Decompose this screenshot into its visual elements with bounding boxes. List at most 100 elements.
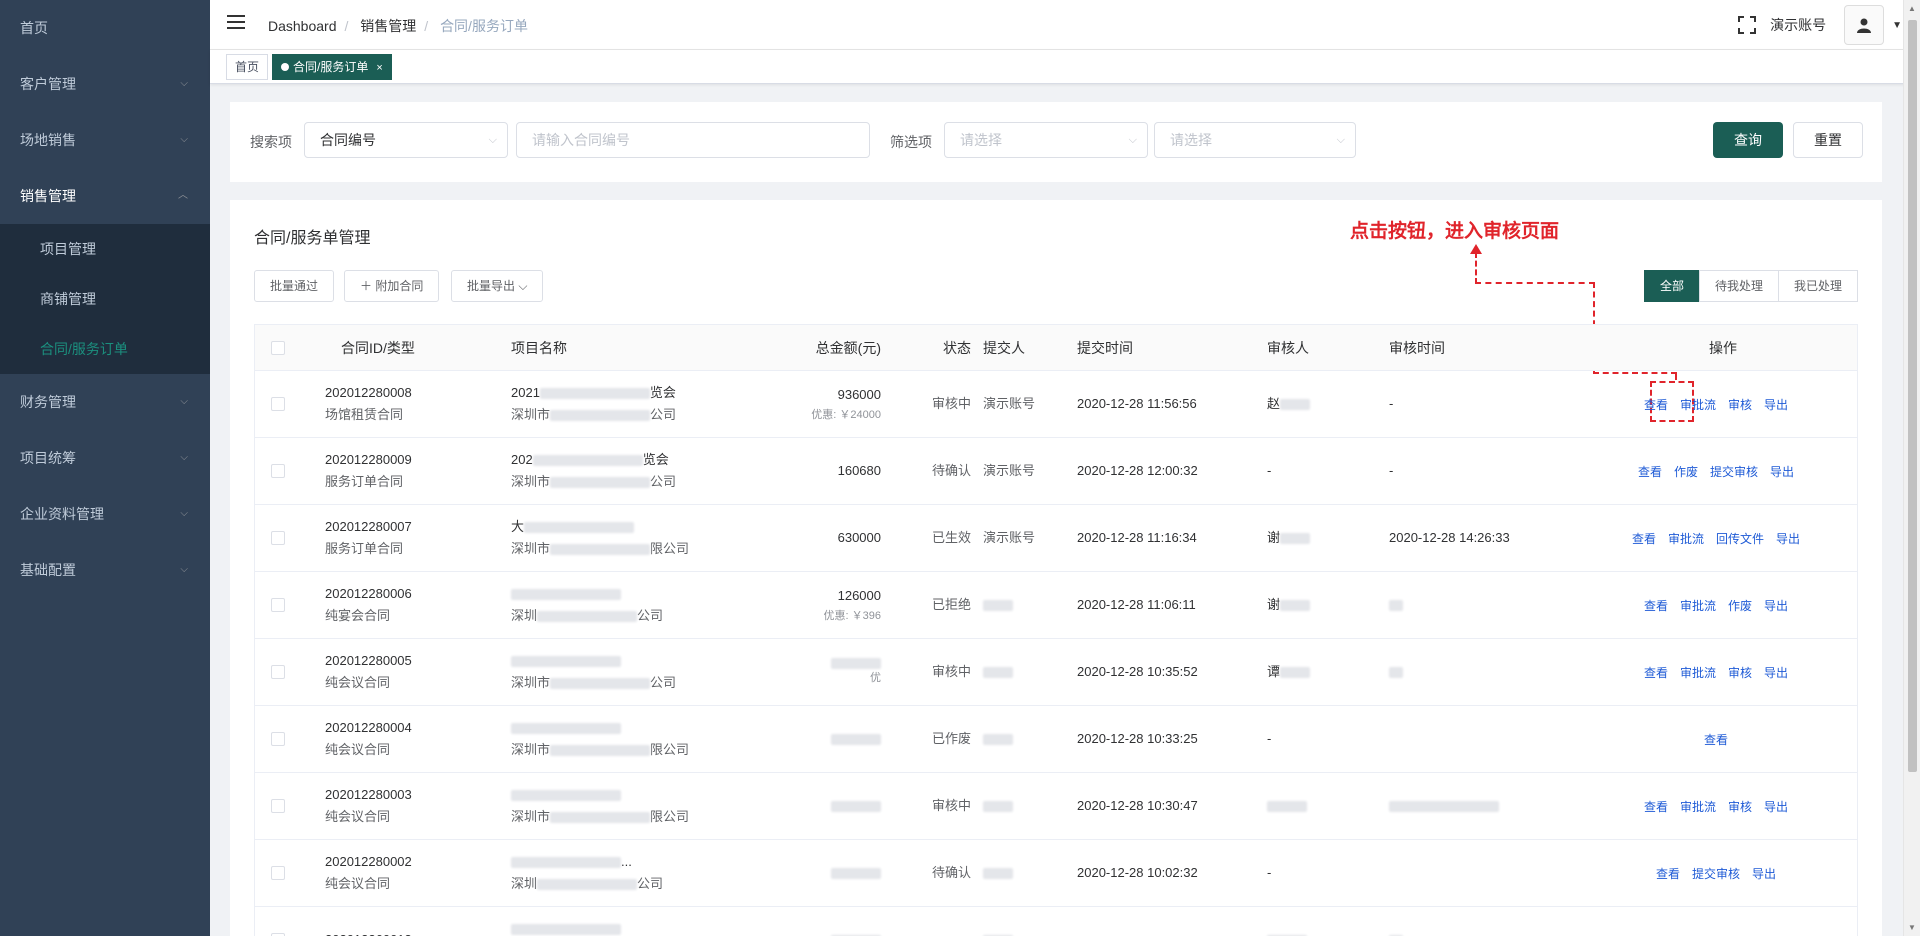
redacted-text [1389,800,1499,812]
sidebar-item-customer[interactable]: 客户管理 ⌵ [0,56,210,112]
filter-select-2[interactable]: 请选择 ⌵ [1154,122,1356,158]
row-checkbox[interactable] [271,866,285,880]
scrollbar-thumb[interactable] [1908,20,1917,772]
tag-current[interactable]: 合同/服务订单 × [272,54,392,80]
auditor [1267,795,1389,817]
contract-type: 纯会议合同 [325,742,391,757]
action-link[interactable]: 审核 [1728,664,1752,681]
action-link[interactable]: 查看 [1632,530,1656,547]
action-link[interactable]: 查看 [1644,664,1668,681]
sidebar-item-planning[interactable]: 项目统筹 ⌵ [0,430,210,486]
query-button[interactable]: 查询 [1713,122,1783,158]
action-link[interactable]: 审核 [1728,798,1752,815]
action-link[interactable]: 导出 [1764,396,1788,413]
page-scrollbar[interactable]: ▲ ▼ [1903,0,1920,936]
row-checkbox[interactable] [271,397,285,411]
sidebar-item-shops[interactable]: 商铺管理 [0,274,210,324]
sidebar-item-label: 财务管理 [20,394,76,410]
sidebar-item-venue-sales[interactable]: 场地销售 ⌵ [0,112,210,168]
breadcrumb-dashboard[interactable]: Dashboard [268,18,337,34]
sidebar-item-finance[interactable]: 财务管理 ⌵ [0,374,210,430]
tag-home[interactable]: 首页 [226,54,269,80]
action-link[interactable]: 审核 [1728,396,1752,413]
action-link[interactable]: 查看 [1644,597,1668,614]
action-link[interactable]: 提交审核 [1692,865,1740,882]
submit-time: 2020-12-28 12:00:32 [1077,463,1198,478]
action-link[interactable]: 查看 [1704,731,1728,748]
submit-time: 2020-12-28 10:02:32 [1077,865,1198,880]
select-all-checkbox[interactable] [271,340,285,355]
contract-type: 场馆租赁合同 [325,407,404,422]
scroll-down-icon[interactable]: ▼ [1908,923,1916,932]
sidebar-item-contracts[interactable]: 合同/服务订单 [0,324,210,374]
add-contract-button[interactable]: ＋ 附加合同 [344,270,440,302]
caret-down-icon[interactable]: ▼ [1892,20,1902,31]
contract-type: 服务订单合同 [325,474,404,489]
scroll-up-icon[interactable]: ▲ [1908,4,1916,13]
account-name[interactable]: 演示账号 [1770,15,1826,35]
action-link[interactable]: 查看 [1638,463,1662,480]
sidebar-item-enterprise[interactable]: 企业资料管理 ⌵ [0,486,210,542]
action-link[interactable]: 审批流 [1668,530,1704,547]
fullscreen-icon[interactable] [1738,16,1757,34]
row-checkbox[interactable] [271,598,285,612]
action-link[interactable]: 查看 [1644,396,1668,413]
discount: 优惠: ￥396 [823,610,881,622]
reset-button[interactable]: 重置 [1793,122,1863,158]
action-link[interactable]: 导出 [1764,597,1788,614]
action-link[interactable]: 回传文件 [1716,530,1764,547]
chevron-down-icon: ⌵ [488,134,497,146]
action-link[interactable]: 导出 [1764,798,1788,815]
audit-time: - [1389,396,1394,411]
card-title: 合同/服务单管理 [254,230,371,247]
filter-select-1[interactable]: 请选择 ⌵ [944,122,1148,158]
row-checkbox[interactable] [271,665,285,679]
sidebar-item-sales[interactable]: 销售管理 ︿ [0,168,210,224]
action-link[interactable]: 导出 [1776,530,1800,547]
avatar[interactable] [1844,5,1885,45]
action-link[interactable]: 审批流 [1680,664,1716,681]
batch-pass-button[interactable]: 批量通过 [254,270,335,302]
action-link[interactable]: 审批流 [1680,396,1716,413]
action-link[interactable]: 导出 [1764,664,1788,681]
button-label: 附加合同 [375,279,424,293]
contract-id: 202012260013 [325,929,501,936]
action-link[interactable]: 导出 [1770,463,1794,480]
tab-processed[interactable]: 我已处理 [1778,270,1859,302]
close-icon[interactable]: × [376,62,382,74]
action-link[interactable]: 审批流 [1680,798,1716,815]
tab-all[interactable]: 全部 [1644,270,1701,302]
search-field-select[interactable]: 合同编号 ⌵ [304,122,508,158]
row-actions: 查看 审批流 作废 导出 [1587,572,1857,638]
redacted-text [537,611,638,623]
contract-number-input[interactable]: 请输入合同编号 [516,122,870,158]
sidebar-item-config[interactable]: 基础配置 ⌵ [0,542,210,598]
action-link[interactable]: 查看 [1644,798,1668,815]
action-link[interactable]: 作废 [1728,597,1752,614]
breadcrumb-sales[interactable]: 销售管理 [360,18,416,34]
sidebar-item-project[interactable]: 项目管理 [0,224,210,274]
redacted-text [511,924,621,936]
action-link[interactable]: 提交审核 [1710,463,1758,480]
batch-export-button[interactable]: 批量导出 ⌵ [451,270,544,302]
redacted-text [983,733,1013,745]
row-checkbox[interactable] [271,531,285,545]
contract-type: 服务订单合同 [325,541,404,556]
row-checkbox[interactable] [271,732,285,746]
auditor-text: - [1267,865,1272,880]
action-link[interactable]: 导出 [1752,865,1776,882]
auditor-text: 谢 [1267,597,1281,612]
col-header: 合同ID/类型 [341,339,415,356]
project-name-line2: 深圳市 限公司 [511,739,701,761]
row-checkbox[interactable] [271,464,285,478]
row-checkbox[interactable] [271,799,285,813]
row-actions: 查看 提交审核 导出 [1587,840,1857,906]
action-link[interactable]: 查看 [1656,865,1680,882]
action-link[interactable]: 审批流 [1680,597,1716,614]
auditor-text: 赵 [1267,396,1281,411]
sidebar-item-home[interactable]: 首页 [0,0,210,56]
action-link[interactable]: 作废 [1674,463,1698,480]
tab-pending[interactable]: 待我处理 [1699,270,1780,302]
hamburger-icon[interactable] [227,15,245,31]
project-name-line2: 深圳市 限公司 [511,538,701,560]
